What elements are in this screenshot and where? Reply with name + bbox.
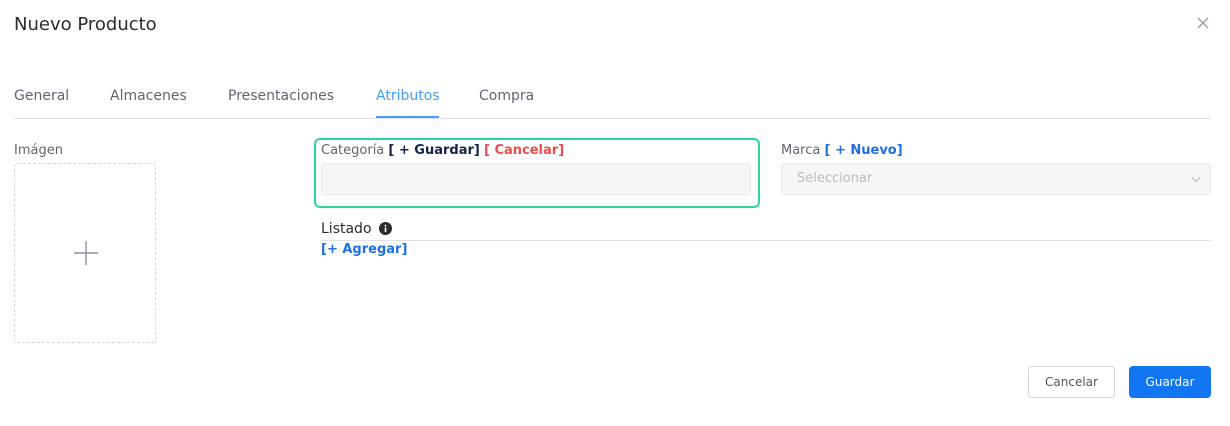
tab-almacenes[interactable]: Almacenes [110, 88, 187, 104]
listado-divider [321, 240, 1211, 241]
categoria-save-link[interactable]: [ + Guardar] [388, 143, 479, 158]
marca-new-link[interactable]: [ + Nuevo] [825, 143, 903, 158]
marca-label-row: Marca [ + Nuevo] [781, 143, 903, 158]
tab-atributos[interactable]: Atributos [376, 88, 440, 104]
categoria-label: Categoría [321, 143, 385, 158]
marca-select[interactable]: Seleccionar [781, 163, 1211, 195]
listado-label: Listado [321, 221, 372, 237]
image-upload-area[interactable] [14, 163, 156, 343]
chevron-down-icon [1191, 176, 1201, 183]
listado-label-row: Listado [321, 221, 392, 237]
image-label: Imágen [14, 143, 63, 158]
info-icon[interactable] [378, 222, 392, 235]
tab-bar: General Almacenes Presentaciones Atribut… [14, 88, 1211, 119]
cancel-button[interactable]: Cancelar [1028, 366, 1115, 398]
listado-add-link[interactable]: [+ Agregar] [321, 242, 407, 257]
active-tab-indicator [376, 116, 439, 118]
categoria-label-row: Categoría [ + Guardar] [ Cancelar] [321, 143, 564, 158]
marca-label: Marca [781, 143, 821, 158]
tab-compra[interactable]: Compra [479, 88, 534, 104]
tab-general[interactable]: General [14, 88, 69, 104]
tab-presentaciones[interactable]: Presentaciones [228, 88, 334, 104]
dialog-title: Nuevo Producto [14, 14, 157, 35]
save-button[interactable]: Guardar [1129, 366, 1211, 398]
categoria-cancel-link[interactable]: [ Cancelar] [484, 143, 564, 158]
plus-icon [74, 241, 98, 265]
categoria-input[interactable] [321, 163, 751, 195]
marca-placeholder: Seleccionar [797, 171, 873, 186]
close-icon[interactable] [1194, 14, 1212, 32]
